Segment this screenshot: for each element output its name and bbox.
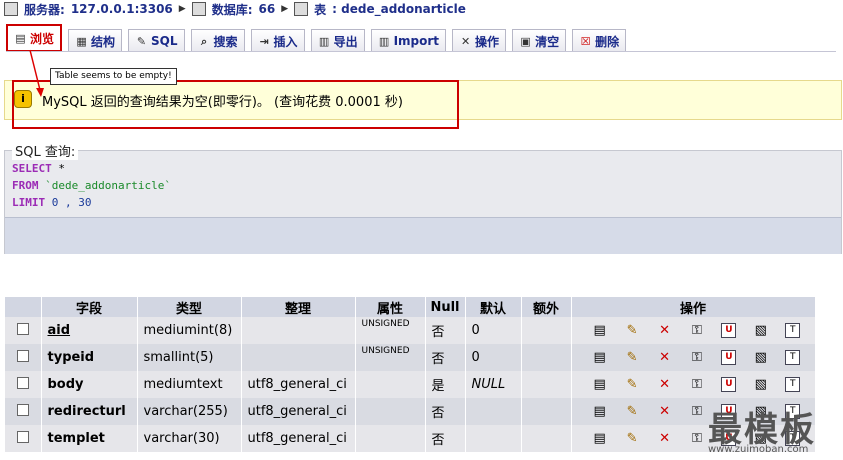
header-null: Null (425, 297, 466, 317)
field-name[interactable]: aid (48, 323, 71, 338)
unique-icon[interactable]: U (721, 377, 737, 392)
row-checkbox[interactable] (16, 430, 29, 443)
field-name[interactable]: templet (48, 431, 105, 446)
header-field: 字段 (41, 297, 138, 317)
header-collation: 整理 (241, 297, 356, 317)
field-default: NULL (465, 371, 522, 398)
tooltip: Table seems to be empty! (50, 68, 177, 85)
watermark-url: www.zuimoban.com (708, 444, 809, 455)
field-attributes: UNSIGNED (355, 344, 426, 371)
table-row: templet varchar(30) utf8_general_ci 否 ▤ … (5, 425, 816, 452)
field-name[interactable]: typeid (48, 350, 95, 365)
sql-query-legend: SQL 查询: (12, 141, 79, 160)
edit-pencil-icon[interactable]: ✎ (624, 350, 640, 366)
browse-distinct-icon[interactable]: ▤ (592, 350, 608, 366)
fulltext-icon[interactable]: T (785, 323, 801, 338)
row-checkbox[interactable] (16, 403, 29, 416)
index-icon[interactable]: ▧ (753, 350, 769, 366)
header-attributes: 属性 (355, 297, 426, 317)
browse-distinct-icon[interactable]: ▤ (592, 431, 608, 447)
field-collation: utf8_general_ci (241, 425, 356, 452)
edit-pencil-icon[interactable]: ✎ (624, 323, 640, 339)
primary-key-icon[interactable]: ⚿ (689, 404, 705, 420)
header-actions: 操作 (571, 297, 816, 317)
fulltext-icon[interactable]: T (785, 377, 801, 392)
field-null: 否 (425, 317, 466, 344)
sql-line: FROM `dede_addonarticle` (12, 179, 171, 192)
field-default (465, 425, 522, 452)
field-default: 0 (465, 344, 522, 371)
primary-key-icon[interactable]: ⚿ (689, 431, 705, 447)
browse-distinct-icon[interactable]: ▤ (592, 377, 608, 393)
sql-text: `dede_addonarticle` (38, 179, 171, 192)
delete-x-icon[interactable]: ✕ (657, 323, 673, 339)
sql-query-box (4, 150, 842, 254)
table-row: redirecturl varchar(255) utf8_general_ci… (5, 398, 816, 425)
browse-distinct-icon[interactable]: ▤ (592, 404, 608, 420)
unique-icon[interactable]: U (721, 350, 737, 365)
field-name[interactable]: redirecturl (48, 404, 126, 419)
table-row: body mediumtext utf8_general_ci 是 NULL ▤… (5, 371, 816, 398)
field-collation: utf8_general_ci (241, 371, 356, 398)
field-type: varchar(30) (137, 425, 242, 452)
primary-key-icon[interactable]: ⚿ (689, 350, 705, 366)
field-attributes: UNSIGNED (355, 317, 426, 344)
field-attributes (355, 398, 426, 425)
row-checkbox[interactable] (16, 376, 29, 389)
primary-key-icon[interactable]: ⚿ (689, 323, 705, 339)
row-checkbox[interactable] (16, 322, 29, 335)
field-collation: utf8_general_ci (241, 398, 356, 425)
edit-pencil-icon[interactable]: ✎ (624, 404, 640, 420)
index-icon[interactable]: ▧ (753, 323, 769, 339)
field-extra (521, 344, 572, 371)
sql-line: LIMIT 0 , 30 (12, 196, 91, 209)
table-row: typeid smallint(5) UNSIGNED 否 0 ▤ ✎ ✕ ⚿ … (5, 344, 816, 371)
field-null: 否 (425, 425, 466, 452)
sql-box-footer (5, 217, 841, 254)
field-type: smallint(5) (137, 344, 242, 371)
table-row: aid mediumint(8) UNSIGNED 否 0 ▤ ✎ ✕ ⚿ U … (5, 317, 816, 344)
structure-table: 字段 类型 整理 属性 Null 默认 额外 操作 aid mediumint(… (5, 297, 816, 452)
sql-keyword: LIMIT (12, 196, 46, 209)
field-collation (241, 344, 356, 371)
field-extra (521, 317, 572, 344)
field-type: mediumint(8) (137, 317, 242, 344)
header-type: 类型 (137, 297, 242, 317)
field-collation (241, 317, 356, 344)
field-name[interactable]: body (48, 377, 84, 392)
sql-line: SELECT * (12, 162, 65, 175)
table-header-row: 字段 类型 整理 属性 Null 默认 额外 操作 (5, 297, 816, 317)
delete-x-icon[interactable]: ✕ (657, 377, 673, 393)
delete-x-icon[interactable]: ✕ (657, 404, 673, 420)
fulltext-icon[interactable]: T (785, 350, 801, 365)
field-null: 否 (425, 398, 466, 425)
sql-keyword: FROM (12, 179, 39, 192)
field-extra (521, 371, 572, 398)
delete-x-icon[interactable]: ✕ (657, 350, 673, 366)
edit-pencil-icon[interactable]: ✎ (624, 431, 640, 447)
header-default: 默认 (465, 297, 522, 317)
field-null: 否 (425, 344, 466, 371)
field-null: 是 (425, 371, 466, 398)
field-default (465, 398, 522, 425)
select-header (5, 297, 42, 317)
edit-pencil-icon[interactable]: ✎ (624, 377, 640, 393)
field-default: 0 (465, 317, 522, 344)
field-extra (521, 398, 572, 425)
sql-text: 0 , 30 (45, 196, 92, 209)
row-checkbox[interactable] (16, 349, 29, 362)
sql-text: * (51, 162, 65, 175)
field-type: varchar(255) (137, 398, 242, 425)
browse-distinct-icon[interactable]: ▤ (592, 323, 608, 339)
delete-x-icon[interactable]: ✕ (657, 431, 673, 447)
header-extra: 额外 (521, 297, 572, 317)
sql-keyword: SELECT (12, 162, 52, 175)
unique-icon[interactable]: U (721, 323, 737, 338)
index-icon[interactable]: ▧ (753, 377, 769, 393)
field-extra (521, 425, 572, 452)
field-attributes (355, 371, 426, 398)
primary-key-icon[interactable]: ⚿ (689, 377, 705, 393)
field-attributes (355, 425, 426, 452)
field-type: mediumtext (137, 371, 242, 398)
